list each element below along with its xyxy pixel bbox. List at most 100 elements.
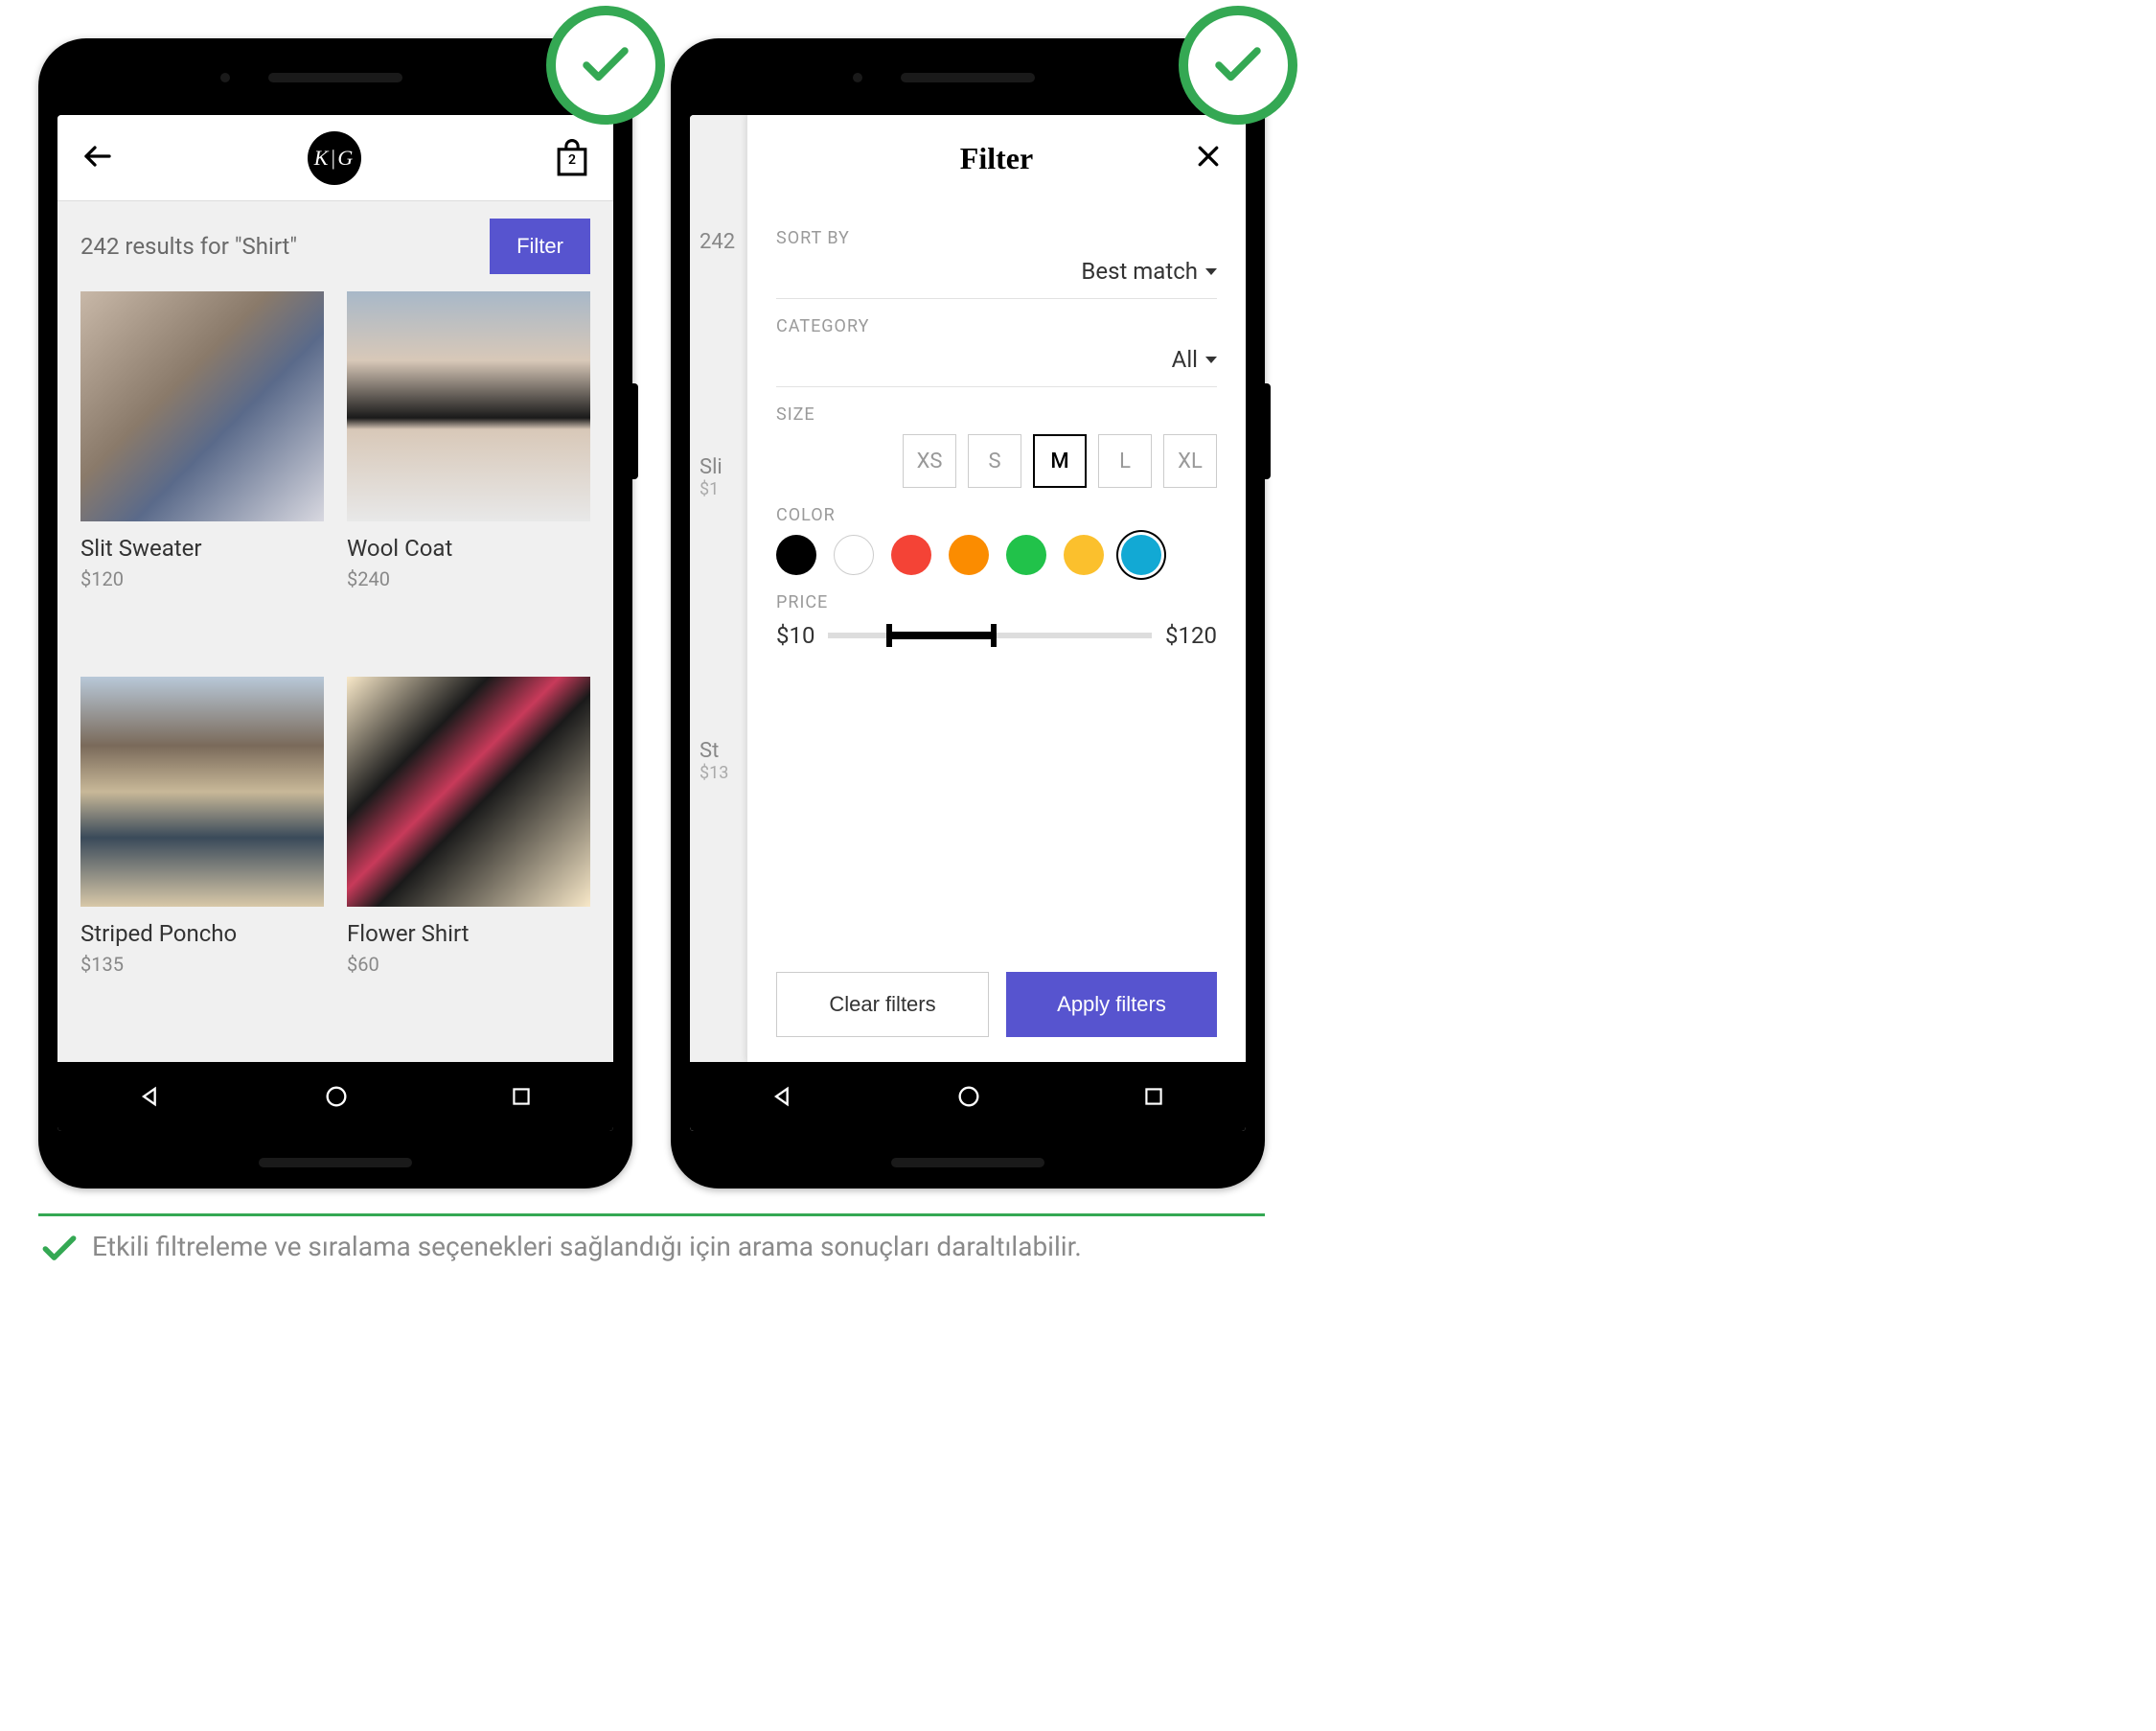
product-card[interactable]: Wool Coat $240 [347,291,590,658]
price-max: $120 [1165,622,1217,649]
results-count: 242 [80,233,119,260]
product-name: Wool Coat [347,535,590,562]
bg-product-name: St [700,739,749,763]
color-swatch-black[interactable] [776,535,816,575]
size-options: XSSMLXL [776,434,1217,488]
results-query: "Shirt" [235,233,297,260]
product-image [347,291,590,521]
category-dropdown[interactable]: All [776,346,1217,387]
price-min: $10 [776,622,814,649]
bg-results-count: 242 [700,230,749,254]
product-price: $135 [80,953,324,976]
product-card[interactable]: Flower Shirt $60 [347,677,590,1043]
chevron-down-icon [1205,268,1217,275]
slider-handle-min[interactable] [886,624,892,647]
check-icon [38,1228,80,1270]
slider-track-fill [886,632,997,639]
size-option-m[interactable]: M [1033,434,1087,488]
nav-home-button[interactable] [955,1083,982,1110]
category-label: CATEGORY [776,316,1217,336]
sort-by-label: SORT BY [776,228,1217,248]
product-name: Striped Poncho [80,920,324,947]
nav-back-button[interactable] [769,1083,796,1110]
filter-title: Filter [960,141,1033,176]
phone-speaker [268,73,402,82]
phone-side-button [1265,383,1271,479]
triangle-back-icon [769,1083,796,1110]
bag-count-badge: 2 [568,152,576,168]
phone-frame-results: K|G 2 242 results for "Shirt" Filter Sli… [38,38,632,1189]
square-recents-icon [1141,1084,1166,1109]
product-image [80,291,324,521]
close-icon [1194,142,1223,171]
product-card[interactable]: Striped Poncho $135 [80,677,324,1043]
price-slider[interactable] [828,633,1152,638]
size-option-l[interactable]: L [1098,434,1152,488]
product-card[interactable]: Slit Sweater $120 [80,291,324,658]
phone-bottom-speaker [891,1158,1044,1167]
nav-recents-button[interactable] [1141,1084,1166,1109]
results-label: results for [125,233,228,260]
phone-frame-filter: 242 Sli $1 St $13 Filter [671,38,1265,1189]
results-bar: 242 results for "Shirt" Filter [57,201,613,291]
size-option-xl[interactable]: XL [1163,434,1217,488]
nav-home-button[interactable] [323,1083,350,1110]
bg-product-price: $13 [700,763,749,783]
nav-back-button[interactable] [137,1083,164,1110]
chevron-down-icon [1205,357,1217,363]
arrow-left-icon [80,139,115,173]
filter-panel: Filter SORT BY Best match CATEGORY [747,115,1246,1062]
caption-section: Etkili filtreleme ve sıralama seçenekler… [38,1213,1265,1270]
apply-filters-button[interactable]: Apply filters [1006,972,1217,1037]
brand-logo: K|G [308,131,361,185]
size-option-xs[interactable]: XS [903,434,956,488]
circle-home-icon [955,1083,982,1110]
product-price: $240 [347,567,590,590]
circle-home-icon [323,1083,350,1110]
category-value: All [1172,346,1198,373]
sort-by-dropdown[interactable]: Best match [776,258,1217,299]
square-recents-icon [509,1084,534,1109]
bg-product-name: Sli [700,455,749,479]
success-badge [1179,6,1297,125]
success-badge [546,6,665,125]
color-swatch-orange[interactable] [949,535,989,575]
caption-text: Etkili filtreleme ve sıralama seçenekler… [92,1228,1082,1265]
price-slider-row: $10 $120 [776,622,1217,649]
phone-speaker [901,73,1035,82]
filter-header: Filter [747,115,1246,201]
product-price: $120 [80,567,324,590]
check-icon [577,36,634,94]
app-header: K|G 2 [57,115,613,201]
nav-recents-button[interactable] [509,1084,534,1109]
filter-button[interactable]: Filter [490,219,590,274]
product-price: $60 [347,953,590,976]
product-name: Flower Shirt [347,920,590,947]
color-options [776,535,1217,575]
color-swatch-green[interactable] [1006,535,1046,575]
color-label: COLOR [776,505,1217,525]
product-image [80,677,324,907]
product-image [347,677,590,907]
size-label: SIZE [776,404,1217,425]
price-label: PRICE [776,592,1217,612]
close-button[interactable] [1194,142,1223,174]
slider-handle-max[interactable] [991,624,997,647]
shopping-bag-button[interactable]: 2 [554,139,590,177]
android-nav-bar [57,1062,613,1131]
size-option-s[interactable]: S [968,434,1021,488]
check-icon [1209,36,1267,94]
clear-filters-button[interactable]: Clear filters [776,972,989,1037]
android-nav-bar [690,1062,1246,1131]
color-swatch-yellow[interactable] [1064,535,1104,575]
filter-actions: Clear filters Apply filters [747,953,1246,1062]
bg-product-price: $1 [700,479,749,499]
triangle-back-icon [137,1083,164,1110]
color-swatch-blue[interactable] [1121,535,1161,575]
phone-side-button [632,383,638,479]
color-swatch-white[interactable] [834,535,874,575]
product-name: Slit Sweater [80,535,324,562]
product-grid: Slit Sweater $120 Wool Coat $240 Striped… [57,291,613,1062]
color-swatch-red[interactable] [891,535,931,575]
back-button[interactable] [80,139,115,177]
